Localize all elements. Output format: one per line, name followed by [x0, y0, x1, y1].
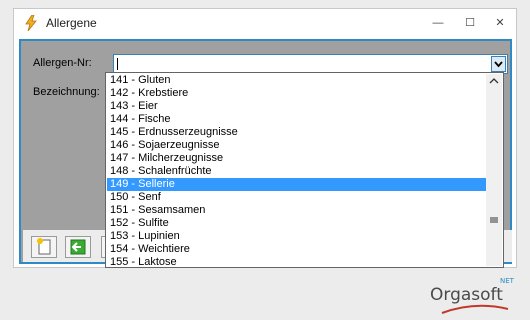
close-button[interactable]: ✕: [486, 12, 514, 34]
dropdown-scrollbar[interactable]: [486, 74, 502, 266]
window-title: Allergene: [46, 16, 97, 30]
chevron-down-icon: [494, 61, 503, 68]
orgasoft-logo: Orgasoft NET: [430, 277, 520, 317]
text-caret: [117, 58, 118, 70]
dropdown-item[interactable]: 143 - Eier: [107, 100, 487, 113]
dropdown-item[interactable]: 142 - Krebstiere: [107, 87, 487, 100]
brand-suffix: NET: [500, 277, 514, 285]
dropdown-item[interactable]: 147 - Milcherzeugnisse: [107, 152, 487, 165]
title-bar[interactable]: Allergene — ☐ ✕: [14, 9, 516, 37]
dropdown-item[interactable]: 149 - Sellerie: [107, 178, 487, 191]
lightning-icon: [24, 14, 38, 32]
new-document-icon: [37, 238, 51, 255]
dropdown-item[interactable]: 144 - Fische: [107, 113, 487, 126]
allergen-dropdown-list[interactable]: 141 - Gluten 142 - Krebstiere 143 - Eier 14…: [105, 72, 504, 268]
allergen-nr-combobox[interactable]: [113, 54, 508, 74]
dropdown-item[interactable]: 153 - Lupinien: [107, 230, 487, 243]
dropdown-item[interactable]: 148 - Schalenfrüchte: [107, 165, 487, 178]
dropdown-toggle-button[interactable]: [491, 56, 506, 72]
dropdown-item[interactable]: 154 - Weichtiere: [107, 243, 487, 256]
dropdown-item[interactable]: 146 - Sojaerzeugnisse: [107, 139, 487, 152]
maximize-button[interactable]: ☐: [456, 12, 484, 34]
back-button[interactable]: [65, 236, 91, 258]
dropdown-item[interactable]: 145 - Erdnusserzeugnisse: [107, 126, 487, 139]
scroll-up-icon[interactable]: [486, 74, 502, 90]
new-record-button[interactable]: [31, 236, 57, 258]
logo-swoosh-icon: [441, 304, 509, 314]
minimize-button[interactable]: —: [424, 12, 452, 34]
dropdown-item[interactable]: 150 - Senf: [107, 191, 487, 204]
brand-name: Orgasoft: [430, 285, 503, 305]
allergen-nr-label: Allergen-Nr:: [33, 57, 92, 69]
dropdown-item[interactable]: 152 - Sulfite: [107, 217, 487, 230]
back-arrow-icon: [70, 239, 86, 255]
scroll-grip-icon[interactable]: [486, 214, 502, 230]
bezeichnung-label: Bezeichnung:: [33, 86, 100, 98]
dropdown-item[interactable]: 151 - Sesamsamen: [107, 204, 487, 217]
dropdown-item[interactable]: 155 - Laktose: [107, 256, 487, 269]
dropdown-item[interactable]: 141 - Gluten: [107, 74, 487, 87]
